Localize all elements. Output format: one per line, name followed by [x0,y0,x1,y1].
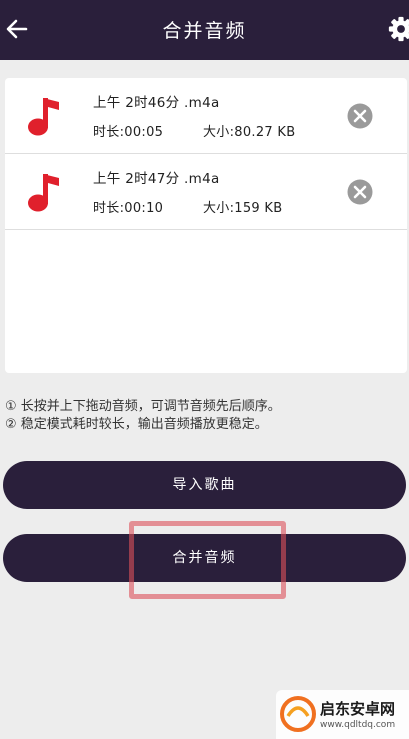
hint-stable-mode: ② 稳定模式耗时较长，输出音频播放更稳定。 [5,417,268,432]
list-item[interactable]: 上午 2时46分 .m4a 时长:00:05 大小:80.27 KB [5,78,407,154]
import-songs-button[interactable]: 导入歌曲 [3,461,406,509]
file-name: 上午 2时47分 .m4a [93,171,220,187]
file-size: 大小:159 KB [203,201,283,216]
gear-icon[interactable] [388,14,409,44]
remove-circle-icon[interactable] [347,179,373,205]
file-duration: 时长:00:10 [93,201,164,216]
top-bar: 合并音频 [0,0,409,60]
file-size: 大小:80.27 KB [203,125,296,140]
list-item[interactable]: 上午 2时47分 .m4a 时长:00:10 大小:159 KB [5,154,407,230]
merge-audio-button[interactable]: 合并音频 [3,534,406,582]
watermark-url: www.qdltdq.com [320,720,396,730]
file-name: 上午 2时46分 .m4a [93,95,220,111]
music-note-icon [28,174,59,212]
watermark-logo: 启东安卓网 www.qdltdq.com [276,690,409,739]
watermark-name: 启东安卓网 [320,700,396,718]
audio-file-list[interactable]: 上午 2时46分 .m4a 时长:00:05 大小:80.27 KB 上午 2时… [5,78,407,373]
remove-circle-icon[interactable] [347,103,373,129]
logo-icon [280,696,316,732]
file-duration: 时长:00:05 [93,125,164,140]
music-note-icon [28,98,59,136]
page-title: 合并音频 [162,20,247,42]
instructions: ① 长按并上下拖动音频，可调节音频先后顺序。 ② 稳定模式耗时较长，输出音频播放… [5,398,405,434]
hint-reorder: ① 长按并上下拖动音频，可调节音频先后顺序。 [5,399,281,414]
